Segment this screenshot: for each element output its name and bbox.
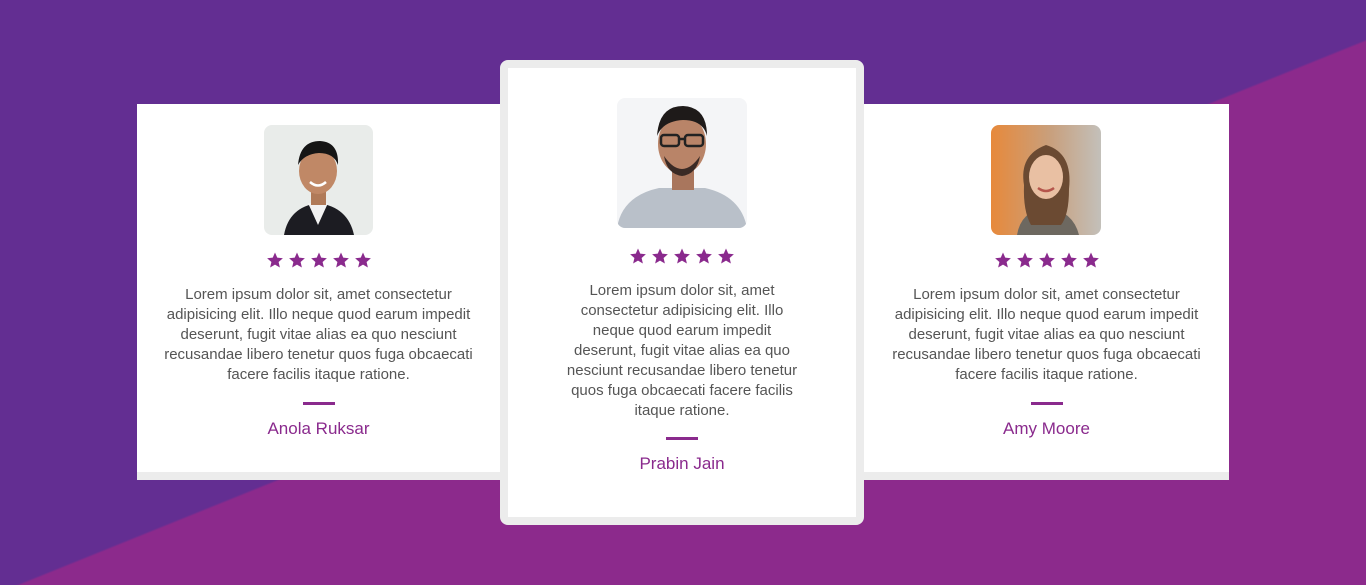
- star-icon: [332, 251, 350, 269]
- star-icon: [695, 247, 713, 265]
- divider: [666, 437, 698, 440]
- star-icon: [673, 247, 691, 265]
- star-icon: [629, 247, 647, 265]
- star-icon: [266, 251, 284, 269]
- testimonial-quote: Lorem ipsum dolor sit, amet consectetur …: [566, 282, 798, 419]
- person-photo-icon: [264, 125, 373, 235]
- testimonial-card-1: Lorem ipsum dolor sit, amet consectetur …: [137, 104, 500, 480]
- testimonial-quote: Lorem ipsum dolor sit, amet consectetur …: [164, 286, 473, 383]
- testimonial-quote: Lorem ipsum dolor sit, amet consectetur …: [892, 286, 1201, 383]
- testimonial-card-3: Lorem ipsum dolor sit, amet consectetur …: [864, 104, 1229, 480]
- testimonial-name: Prabin Jain: [639, 454, 725, 473]
- divider: [1030, 402, 1063, 405]
- star-icon: [288, 251, 306, 269]
- person-photo-icon: [617, 98, 747, 228]
- star-rating: [508, 247, 856, 265]
- star-icon: [1038, 251, 1056, 269]
- avatar: [991, 125, 1101, 235]
- person-photo-icon: [991, 125, 1101, 235]
- star-icon: [354, 251, 372, 269]
- star-rating: [864, 251, 1229, 269]
- star-icon: [1060, 251, 1078, 269]
- star-rating: [137, 251, 500, 269]
- avatar: [617, 98, 747, 228]
- star-icon: [651, 247, 669, 265]
- star-icon: [310, 251, 328, 269]
- star-icon: [717, 247, 735, 265]
- star-icon: [994, 251, 1012, 269]
- testimonial-card-2: Lorem ipsum dolor sit, amet consectetur …: [500, 60, 864, 525]
- avatar: [264, 125, 373, 235]
- testimonial-name: Amy Moore: [1003, 419, 1090, 438]
- star-icon: [1016, 251, 1034, 269]
- divider: [302, 402, 335, 405]
- star-icon: [1082, 251, 1100, 269]
- testimonial-name: Anola Ruksar: [267, 419, 370, 438]
